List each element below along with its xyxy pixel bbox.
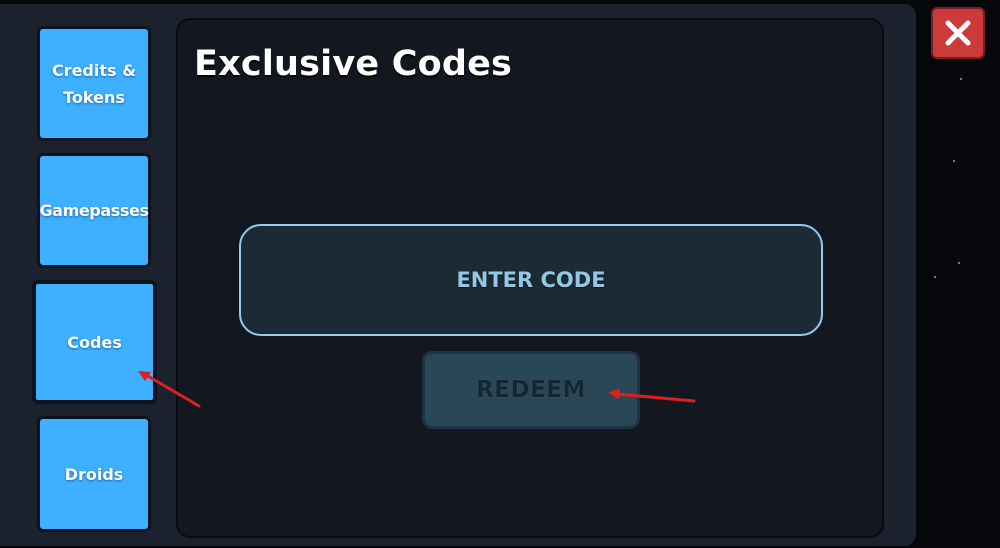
background-star xyxy=(960,78,962,80)
sidebar-tab-credits-tokens[interactable]: Credits & Tokens xyxy=(37,26,151,141)
sidebar-tab-label: Gamepasses xyxy=(39,201,149,220)
redeem-button[interactable]: REDEEM xyxy=(422,351,640,429)
background-star xyxy=(934,276,936,278)
background-star xyxy=(953,160,955,162)
codes-content-panel: Exclusive Codes REDEEM xyxy=(176,18,884,538)
sidebar-tab-label: Droids xyxy=(64,464,124,484)
sidebar-tab-droids[interactable]: Droids xyxy=(37,416,151,532)
sidebar-tab-label: Codes xyxy=(67,332,122,352)
sidebar-tab-codes[interactable]: Codes xyxy=(32,280,157,404)
page-title: Exclusive Codes xyxy=(194,44,513,84)
store-panel: Credits & Tokens Gamepasses Codes Droids… xyxy=(0,4,916,546)
code-input[interactable] xyxy=(239,224,823,336)
sidebar-tab-gamepasses[interactable]: Gamepasses xyxy=(37,153,151,268)
close-x-icon xyxy=(945,20,971,46)
background-star xyxy=(958,262,960,264)
sidebar-tab-label: Credits & Tokens xyxy=(51,60,137,107)
close-button[interactable] xyxy=(931,7,985,59)
